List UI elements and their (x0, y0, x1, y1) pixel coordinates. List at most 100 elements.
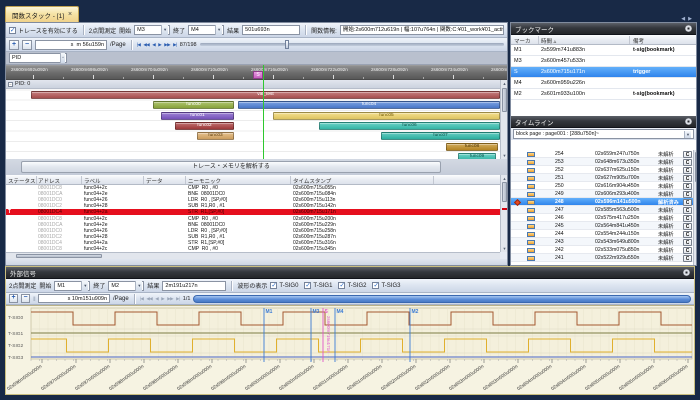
scrollbar-thumb[interactable] (502, 88, 507, 112)
page-slider-thumb[interactable] (285, 40, 289, 49)
stack-chart[interactable]: − PID: 0 val_testfunc00func04func01func0… (6, 80, 500, 159)
analyze-block-button[interactable]: C (683, 247, 692, 254)
stack-bar[interactable]: func06 (319, 122, 500, 130)
signal-checkbox-t-sig1[interactable]: ✓T-SIG1 (304, 282, 332, 289)
stack-bar[interactable]: func03 (197, 132, 234, 140)
scrollbar-thumb[interactable] (695, 152, 697, 182)
gear-icon[interactable] (685, 118, 692, 125)
gear-icon[interactable] (685, 25, 692, 32)
measure-end-combo[interactable]: M2 ▼ (108, 281, 144, 291)
bookmark-row[interactable]: M22s601m933u100nt-sig(bookmark) (511, 89, 696, 100)
bookmark-row[interactable]: S2s600m715u171ntrigger (511, 67, 696, 78)
signal-checkbox-t-sig3[interactable]: ✓T-SIG3 (372, 282, 400, 289)
measure-result-field[interactable]: 501u693n (242, 25, 300, 35)
scrollbar-thumb[interactable] (16, 254, 102, 258)
analyze-block-button[interactable]: C (683, 167, 692, 174)
page-slider[interactable] (193, 295, 691, 303)
nav-back-button[interactable]: ◀ (152, 42, 155, 48)
zoom-in-button[interactable]: + (9, 40, 19, 50)
signal-checkbox-t-sig0[interactable]: ✓T-SIG0 (270, 282, 298, 289)
bookmark-col-header[interactable]: マーカ (514, 37, 531, 45)
analyze-block-button[interactable]: C (683, 151, 692, 158)
scrollbar-thumb[interactable] (502, 182, 507, 202)
bookmark-panel-header[interactable]: ブックマーク (511, 23, 696, 35)
stack-bar[interactable]: func04 (238, 101, 500, 109)
trace-col-header[interactable]: アドレス (38, 177, 60, 185)
timeline-row[interactable]: 24902s606m293u400n未解析C (511, 190, 693, 198)
analyze-block-button[interactable]: C (683, 183, 692, 190)
waveform-plot[interactable]: T-SIG0T-SIG1T-SIG2T-SIG302s596m500u000n0… (6, 306, 695, 395)
analyze-block-button[interactable]: C (683, 207, 692, 214)
collapse-minus-icon[interactable]: − (8, 82, 13, 87)
trace-enable-checkbox[interactable]: ✓ トレースを有効にする (9, 26, 78, 35)
zoom-out-button[interactable]: − (21, 294, 30, 303)
measure-start-combo[interactable]: M1 ▼ (54, 281, 90, 291)
analyze-block-button[interactable]: C (683, 199, 692, 206)
bookmark-col-header[interactable]: 時間 ▵ (541, 37, 556, 45)
timeline-row[interactable]: 24602s575m417u250n未解析C (511, 214, 693, 222)
nav-back-button[interactable]: ◀ (155, 296, 158, 302)
timeline-row[interactable]: 24502s564m841u450n未解析C (511, 222, 693, 230)
trace-horizontal-scrollbar[interactable] (6, 252, 500, 259)
timeline-row[interactable]: 24102s522m929u550n未解析C (511, 254, 693, 262)
nav-fast-forward-button[interactable]: ▶▶ (167, 296, 173, 302)
bookmark-col-header[interactable]: 備考 (633, 37, 644, 45)
trace-col-header[interactable]: タイムスタンプ (293, 177, 331, 185)
nav-fast-back-button[interactable]: ◀◀ (143, 42, 149, 48)
nav-first-button[interactable]: |◀ (137, 42, 141, 48)
external-signal-header[interactable]: 外部信号 (6, 267, 694, 279)
gear-icon[interactable] (683, 269, 690, 276)
analyze-block-button[interactable]: C (683, 175, 692, 182)
zoom-in-button[interactable]: + (9, 294, 18, 303)
stack-bar[interactable]: val_test (31, 91, 500, 99)
stack-bar[interactable]: func02 (175, 122, 234, 130)
nav-forward-button[interactable]: ▶ (158, 42, 161, 48)
nav-fast-back-button[interactable]: ◀◀ (146, 296, 152, 302)
stack-bar[interactable]: func05 (273, 112, 500, 120)
trace-col-header[interactable]: ステータス (8, 177, 36, 185)
timeline-row[interactable]: 24302s543m649u800n未解析C (511, 238, 693, 246)
trace-col-header[interactable]: ラベル (84, 177, 101, 185)
analyze-block-button[interactable]: C (683, 239, 692, 246)
trace-vertical-scrollbar[interactable]: ▲ ▼ (500, 175, 508, 252)
timeline-row[interactable]: 25202s637m625u150n未解析C (511, 166, 693, 174)
pid-combo[interactable]: PID ^ (9, 53, 67, 63)
trace-col-header[interactable]: データ (146, 177, 163, 185)
timeline-row[interactable]: 25402s659m247u750n未解析C (511, 150, 693, 158)
analyze-block-button[interactable]: C (683, 223, 692, 230)
measure-end-combo[interactable]: M4 ▼ (188, 25, 224, 35)
analyze-block-button[interactable]: C (683, 191, 692, 198)
stack-bar[interactable]: func08 (446, 143, 498, 151)
bookmark-row[interactable]: M42s600m959u226n (511, 78, 696, 89)
chart-vertical-scrollbar[interactable]: ▲ ▼ (500, 80, 508, 159)
timeline-scrollbar[interactable] (693, 150, 697, 265)
tab-function-stack[interactable]: 関数スタック - [1] × (5, 6, 79, 22)
analyze-block-button[interactable]: C (683, 159, 692, 166)
analyze-block-button[interactable]: C (683, 255, 692, 262)
nav-first-button[interactable]: |◀ (140, 296, 144, 302)
timeline-row[interactable]: 25002s616m904u450n未解析C (511, 182, 693, 190)
timeline-row[interactable]: 24802s596m141u500n解析済みC (511, 198, 693, 206)
analyze-block-button[interactable]: C (683, 215, 692, 222)
nav-last-button[interactable]: ▶| (176, 296, 180, 302)
nav-forward-button[interactable]: ▶ (161, 296, 164, 302)
block-page-combo[interactable]: block page : page001 : [288u750n]~ ▼ (513, 129, 694, 139)
timeline-row[interactable]: 25102s627m905u700n未解析C (511, 174, 693, 182)
timeline-row[interactable]: 24402s554m244u150n未解析C (511, 230, 693, 238)
scale-field[interactable]: s m 56u159n (35, 40, 107, 50)
page-slider[interactable] (200, 43, 504, 46)
measure-result-field[interactable]: 2m191u217n (162, 281, 226, 291)
signal-checkbox-t-sig2[interactable]: ✓T-SIG2 (338, 282, 366, 289)
timeline-panel-header[interactable]: タイムライン (511, 116, 696, 128)
nav-last-button[interactable]: ▶| (173, 42, 177, 48)
stack-bar[interactable]: func00 (153, 101, 234, 109)
measure-start-combo[interactable]: M3 ▼ (134, 25, 170, 35)
timeline-row[interactable]: 25302s648m673u350n未解析C (511, 158, 693, 166)
trace-col-header[interactable]: ニーモニック (188, 177, 221, 185)
zoom-out-button[interactable]: − (22, 40, 32, 50)
stack-bar[interactable]: func01 (161, 112, 234, 120)
stack-bar[interactable]: func07 (381, 132, 500, 140)
analyze-trace-button[interactable]: トレース・メモリを解析する (21, 161, 441, 173)
nav-fast-forward-button[interactable]: ▶▶ (164, 42, 170, 48)
tab-close-icon[interactable]: × (68, 11, 72, 18)
